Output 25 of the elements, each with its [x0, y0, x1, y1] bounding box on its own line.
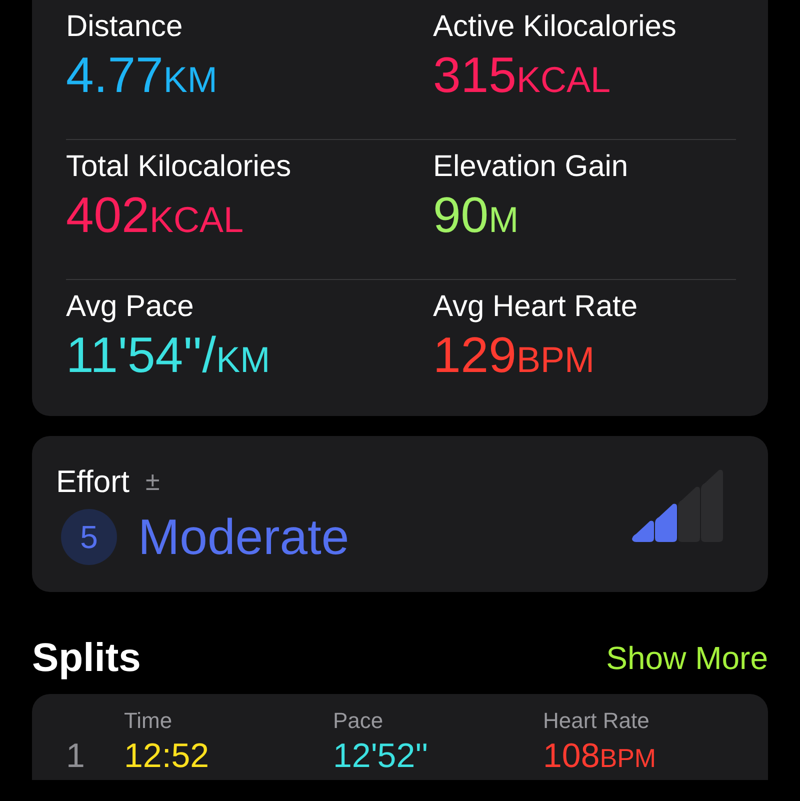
metric-label: Total Kilocalories — [66, 149, 292, 185]
metric-value: 90M — [433, 186, 520, 245]
metric-label: Avg Heart Rate — [433, 289, 639, 325]
metric-value: 402KCAL — [66, 186, 244, 245]
metric-label: Avg Pace — [66, 289, 195, 325]
metric-label: Distance — [66, 9, 184, 45]
show-more-link[interactable]: Show More — [606, 634, 768, 682]
metric-value: 11'54''/KM — [66, 326, 272, 385]
adjust-icon[interactable]: ± — [146, 462, 160, 501]
split-heart-rate: 108BPM — [543, 736, 658, 777]
split-time: 12:52 — [124, 736, 210, 777]
column-header: Heart Rate — [543, 707, 650, 735]
metric-value: 4.77KM — [66, 46, 218, 105]
metric-value: 315KCAL — [433, 46, 612, 105]
section-title: Splits — [32, 635, 141, 682]
split-pace: 12'52'' — [333, 736, 430, 777]
metric-label: Active Kilocalories — [433, 9, 678, 45]
effort-rating: Moderate — [138, 509, 350, 565]
effort-label: Effort — [56, 462, 130, 500]
metric-value: 129BPM — [433, 326, 596, 385]
metric-label: Elevation Gain — [433, 149, 630, 185]
split-index: 1 — [66, 736, 86, 777]
column-header: Time — [124, 707, 174, 735]
column-header: Pace — [333, 707, 384, 735]
effort-score: 5 — [61, 509, 117, 565]
